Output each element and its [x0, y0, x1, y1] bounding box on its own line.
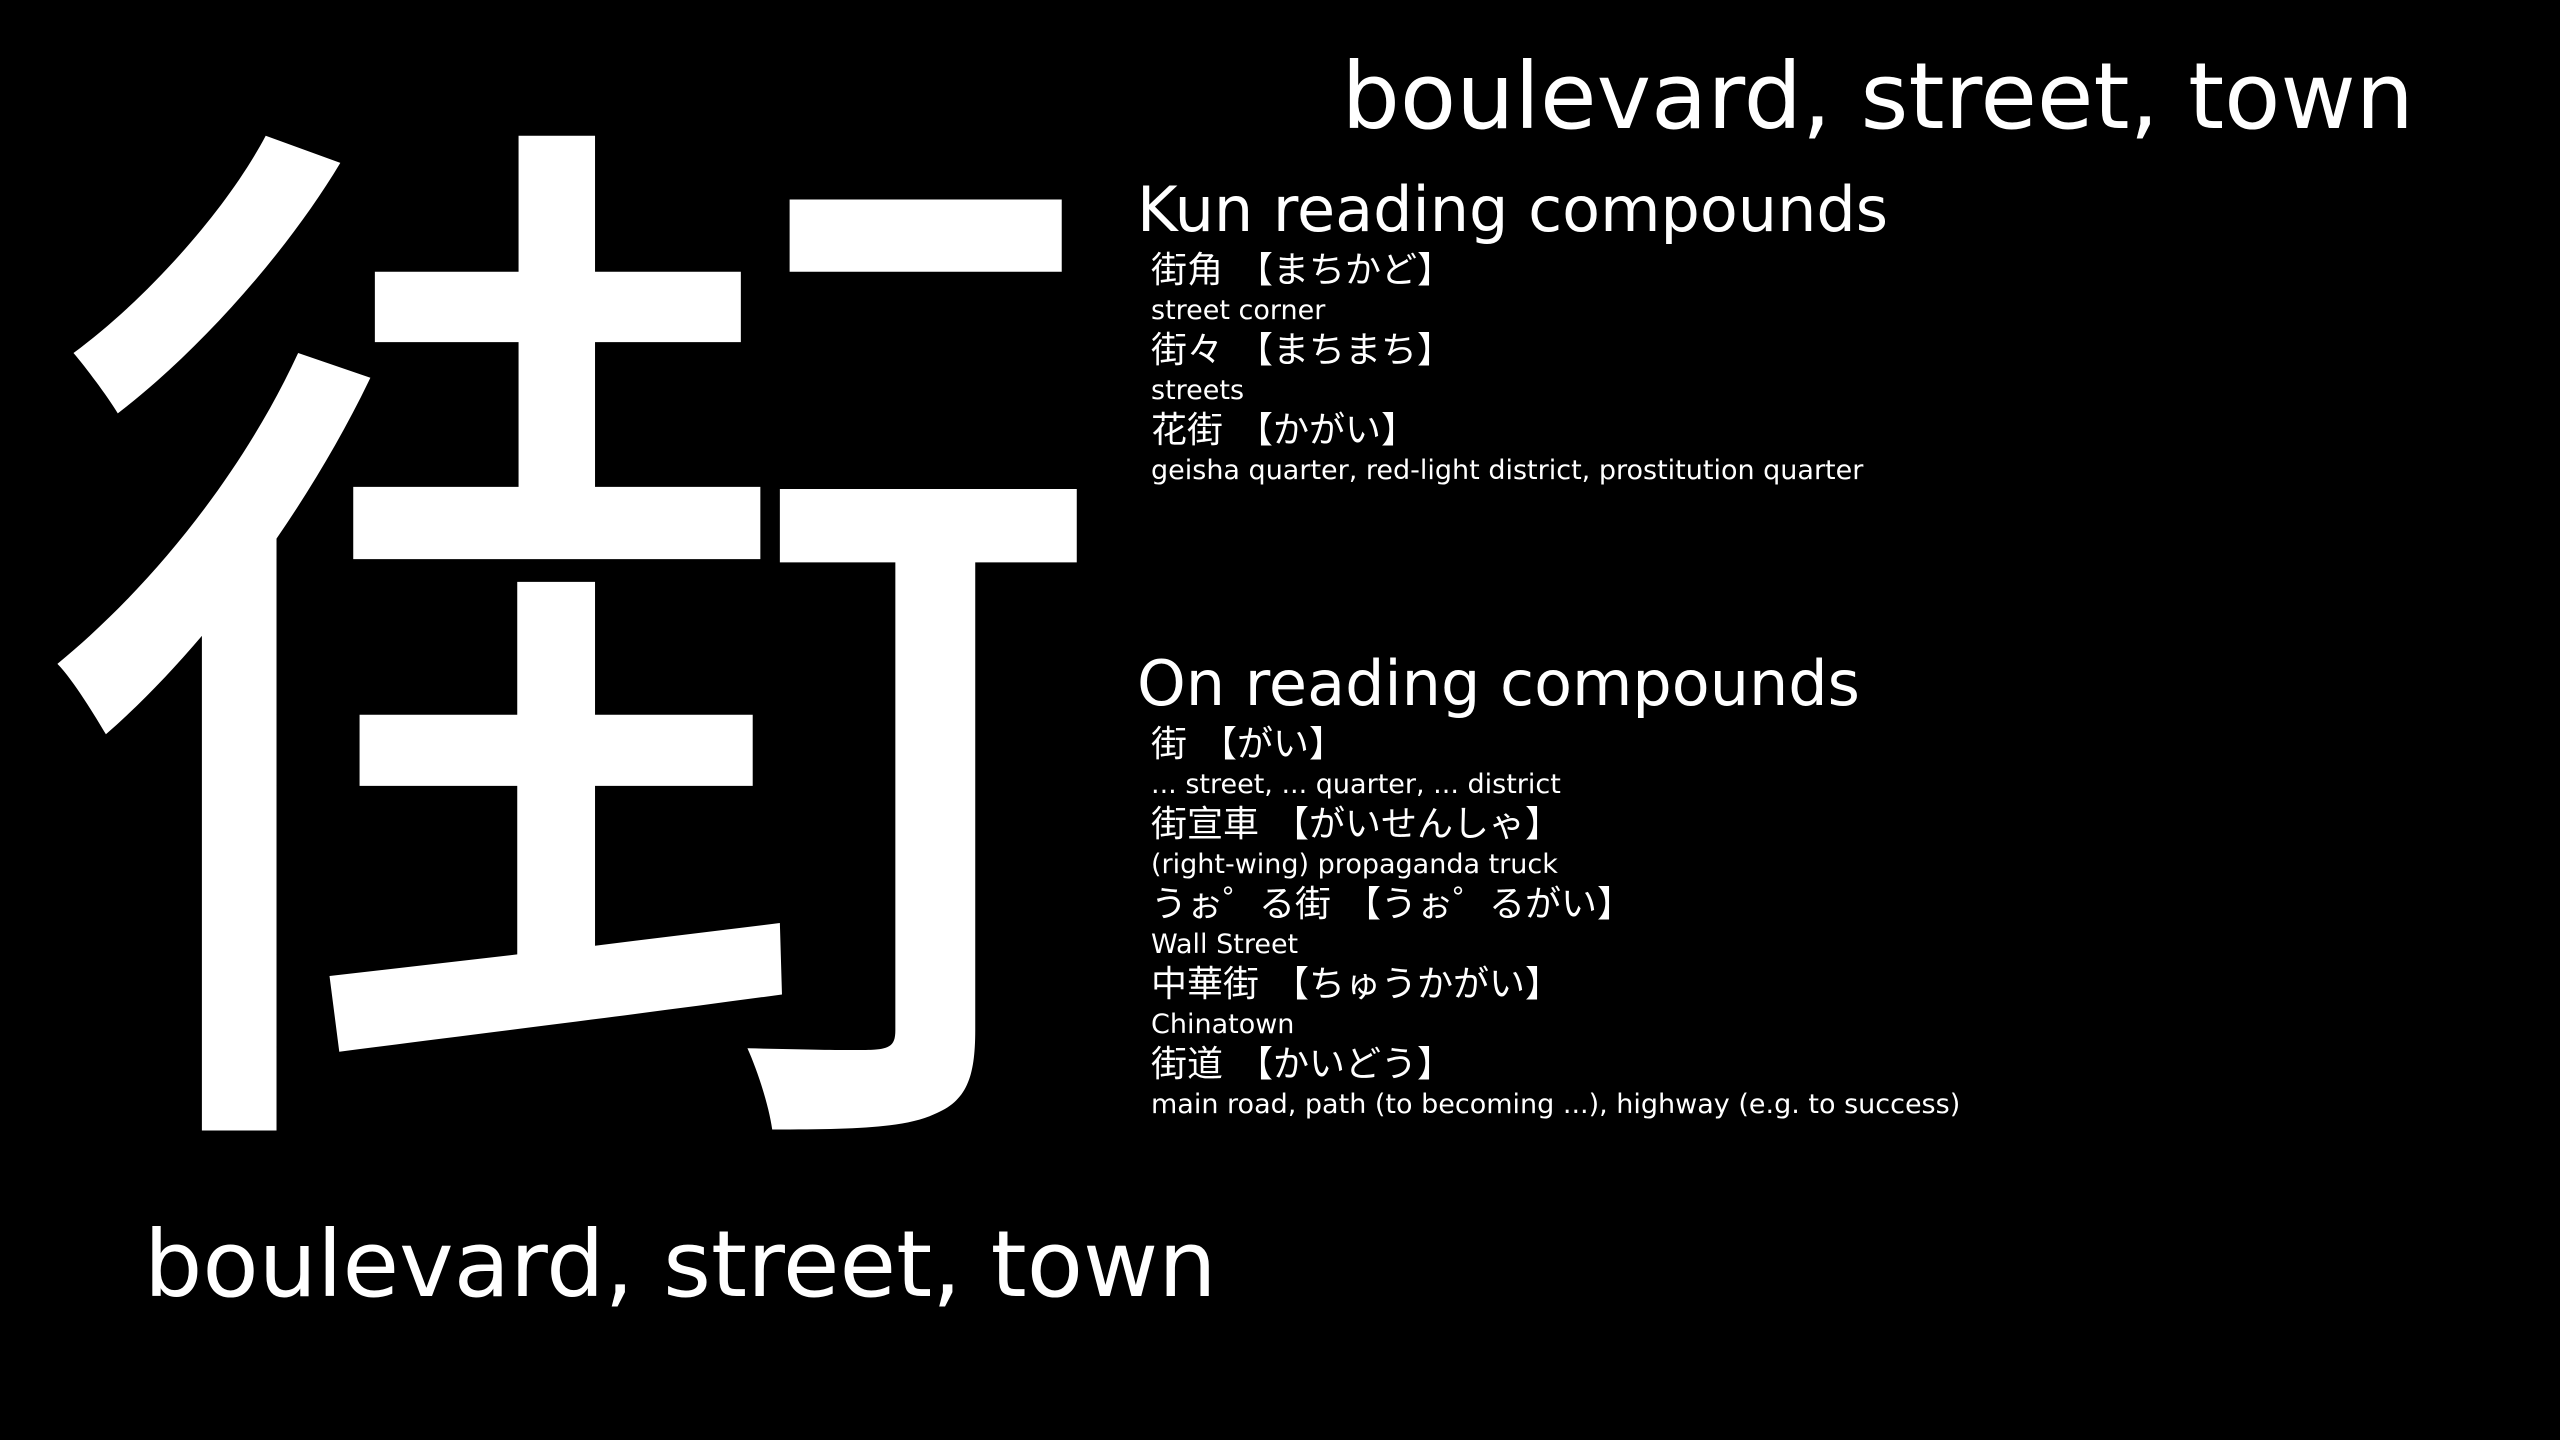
kanji-character: 街 [40, 41, 1120, 1298]
compound-reading: 【まちまち】 [1237, 330, 1454, 371]
compound-word: 花街 [1151, 410, 1224, 451]
compound-word: 街宣車 [1151, 804, 1260, 845]
compound-gloss: streets [1151, 375, 1245, 406]
compound-word: 街 [1151, 724, 1188, 765]
compound-item: 街【がい】 ... street, ... quarter, ... distr… [1151, 722, 2497, 802]
compound-reading: 【うぉ゜るがい】 [1345, 884, 1634, 925]
compound-word: 中華街 [1151, 964, 1260, 1005]
on-section-title: On reading compounds [1137, 647, 1860, 720]
compound-reading: 【かいどう】 [1237, 1044, 1454, 1085]
compound-word: うぉ゜る街 [1151, 884, 1332, 925]
compound-word-line: 街々 【まちまち】 [1151, 328, 2497, 374]
compound-gloss: geisha quarter, red-light district, pros… [1151, 455, 1864, 486]
compound-word-line: 中華街 【ちゅうかがい】 [1151, 962, 2497, 1008]
compound-word: 街角 [1151, 250, 1224, 291]
compound-item: 街々 【まちまち】 streets [1151, 328, 2497, 408]
compound-reading: 【がい】 [1201, 724, 1346, 765]
compound-item: 街道 【かいどう】 main road, path (to becoming ..… [1151, 1042, 2497, 1122]
compound-item: 街角 【まちかど】 street corner [1151, 248, 2497, 328]
compound-word-line: 街【がい】 [1151, 722, 2497, 768]
compound-reading: 【まちかど】 [1237, 250, 1454, 291]
compound-gloss: main road, path (to becoming ...), highw… [1151, 1089, 1961, 1120]
compound-reading: 【ちゅうかがい】 [1273, 964, 1562, 1005]
compound-item: 中華街 【ちゅうかがい】 Chinatown [1151, 962, 2497, 1042]
compound-word-line: 街角 【まちかど】 [1151, 248, 2497, 294]
compound-item: うぉ゜る街 【うぉ゜るがい】 Wall Street [1151, 882, 2497, 962]
meaning-heading: boulevard, street, town [1341, 43, 2414, 150]
compound-word: 街々 [1151, 330, 1224, 371]
compound-gloss: Wall Street [1151, 929, 1299, 960]
compound-word-line: 街宣車 【がいせんしゃ】 [1151, 802, 2497, 848]
compound-word-line: 花街 【かがい】 [1151, 408, 2497, 454]
compound-gloss: street corner [1151, 295, 1326, 326]
compound-word-line: 街道 【かいどう】 [1151, 1042, 2497, 1088]
compound-reading: 【かがい】 [1237, 410, 1418, 451]
compound-gloss: (right-wing) propaganda truck [1151, 849, 1558, 880]
compound-reading: 【がいせんしゃ】 [1273, 804, 1562, 845]
compound-item: 街宣車 【がいせんしゃ】 (right-wing) propaganda truc… [1151, 802, 2497, 882]
meaning-caption: boulevard, street, town [144, 1211, 1217, 1318]
compound-word-line: うぉ゜る街 【うぉ゜るがい】 [1151, 882, 2497, 928]
compound-gloss: Chinatown [1151, 1009, 1295, 1040]
compound-gloss: ... street, ... quarter, ... district [1151, 769, 1561, 800]
kun-section-title: Kun reading compounds [1137, 173, 1889, 246]
compound-word: 街道 [1151, 1044, 1224, 1085]
on-compounds-section: On reading compounds 街【がい】 ... street, .… [1137, 646, 2497, 1122]
kun-compounds-section: Kun reading compounds 街角 【まちかど】 street co… [1137, 172, 2497, 488]
compound-item: 花街 【かがい】 geisha quarter, red-light distri… [1151, 408, 2497, 488]
